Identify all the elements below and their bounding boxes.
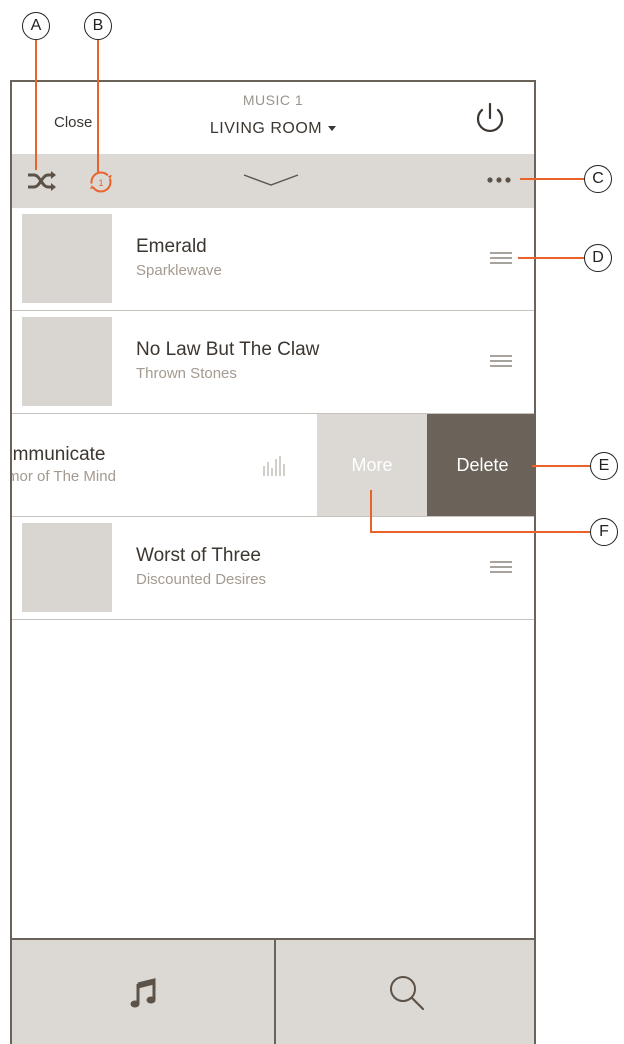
search-icon <box>390 976 425 1011</box>
queue-toolbar: 1 <box>12 154 534 208</box>
zone-name: LIVING ROOM <box>209 120 323 137</box>
drag-handle-icon[interactable] <box>490 355 512 367</box>
callout-f: F <box>590 518 618 546</box>
queue-row[interactable]: No Law But The Claw Thrown Stones <box>12 311 534 414</box>
power-icon[interactable] <box>470 98 510 138</box>
chevron-down-icon[interactable] <box>242 172 300 188</box>
ellipsis-icon[interactable] <box>486 176 512 184</box>
tab-music[interactable] <box>12 940 274 1044</box>
tab-search[interactable] <box>276 940 534 1044</box>
song-title: Worst of Three <box>136 545 261 566</box>
delete-button[interactable]: Delete <box>427 414 534 516</box>
bottom-nav <box>12 938 534 1044</box>
callout-c: C <box>584 165 612 193</box>
song-title: Emerald <box>136 236 207 257</box>
music-note-icon <box>130 978 156 1008</box>
song-title: ommunicate <box>10 444 106 465</box>
phone-screen: Close MUSIC 1 LIVING ROOM 1 Emerald Spar… <box>10 80 536 1044</box>
svg-text:1: 1 <box>98 178 103 188</box>
callout-e: E <box>590 452 618 480</box>
repeat-one-icon[interactable]: 1 <box>88 169 114 195</box>
artist-name: rmor of The Mind <box>10 468 116 485</box>
callout-d-line <box>518 257 584 259</box>
album-art <box>22 317 112 406</box>
caret-down-icon <box>328 126 337 132</box>
queue-row[interactable]: Emerald Sparklewave <box>12 208 534 311</box>
more-button[interactable]: More <box>317 414 427 516</box>
callout-c-line <box>520 178 584 180</box>
drag-handle-icon[interactable] <box>490 561 512 573</box>
queue-row-swiped[interactable]: ommunicate rmor of The Mind More Delete <box>12 414 534 517</box>
callout-f-line-v <box>370 490 372 532</box>
callout-a: A <box>22 12 50 40</box>
callout-e-line <box>532 465 590 467</box>
callout-a-line <box>35 40 37 170</box>
album-art <box>22 523 112 612</box>
album-art <box>22 214 112 303</box>
shuffle-icon[interactable] <box>26 169 58 193</box>
callout-d: D <box>584 244 612 272</box>
header: Close MUSIC 1 LIVING ROOM <box>12 82 534 154</box>
artist-name: Sparklewave <box>136 262 222 279</box>
callout-b: B <box>84 12 112 40</box>
drag-handle-icon[interactable] <box>490 252 512 264</box>
zone-title: MUSIC 1 <box>242 92 304 108</box>
artist-name: Thrown Stones <box>136 365 237 382</box>
zone-selector[interactable]: LIVING ROOM <box>12 120 534 138</box>
song-title: No Law But The Claw <box>136 339 320 360</box>
callout-b-line <box>97 40 99 172</box>
callout-f-line-h <box>370 531 590 533</box>
artist-name: Discounted Desires <box>136 571 267 588</box>
equalizer-icon <box>263 456 285 476</box>
